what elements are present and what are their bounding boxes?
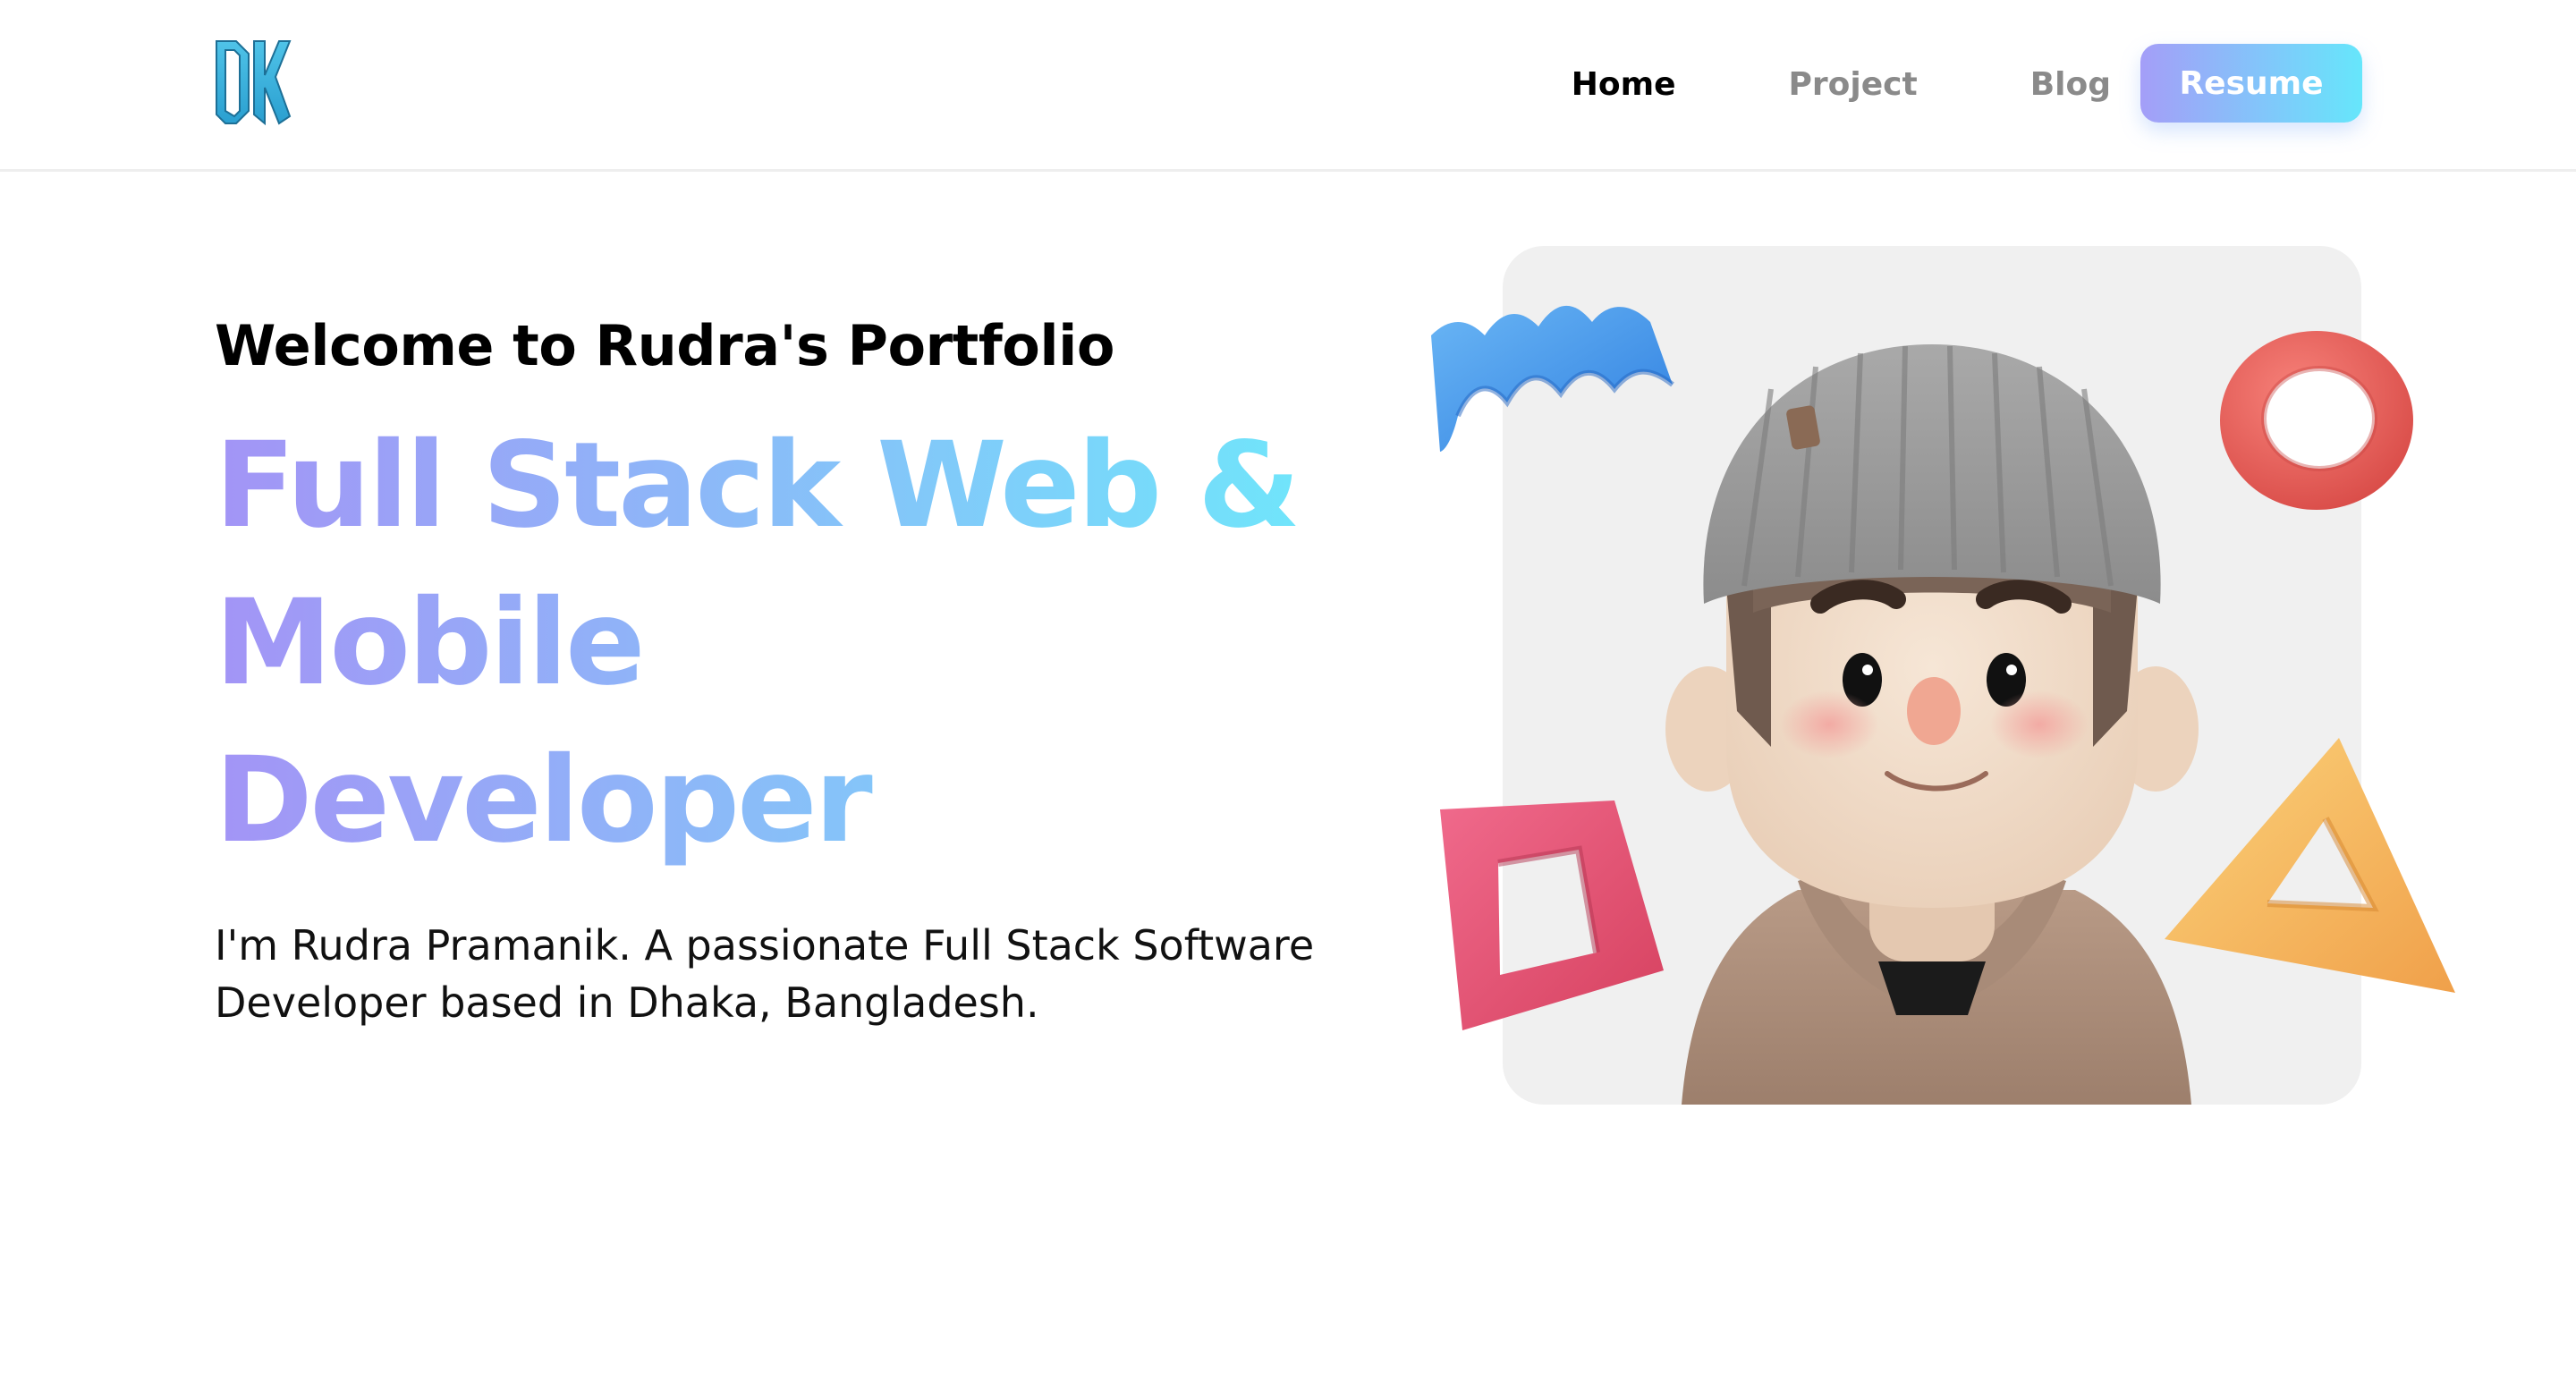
nav-blog-link[interactable]: Blog [2030, 66, 2111, 103]
hero-headline: Full Stack Web & Mobile Developer [215, 407, 1404, 879]
headline-line-2: Mobile [215, 574, 643, 712]
nav-home-link[interactable]: Home [1572, 66, 1676, 103]
main-nav: Home Project Blog [1459, 45, 2111, 123]
headline-line-1: Full Stack Web & [215, 417, 1299, 555]
pink-square-frame-shape [1440, 800, 1664, 1030]
welcome-heading: Welcome to Rudra's Portfolio [215, 313, 1114, 378]
intro-text: I'm Rudra Pramanik. A passionate Full St… [215, 921, 1315, 1027]
orange-triangle-shape [2165, 738, 2455, 993]
headline-line-3: Developer [215, 732, 870, 869]
red-torus-shape [2220, 331, 2413, 510]
blue-wave-shape [1431, 305, 1674, 452]
site-header: Home Project Blog Resume [0, 0, 2576, 172]
resume-button[interactable]: Resume [2140, 44, 2362, 123]
dk-logo[interactable] [213, 36, 292, 129]
nav-project-link[interactable]: Project [1789, 66, 1918, 103]
